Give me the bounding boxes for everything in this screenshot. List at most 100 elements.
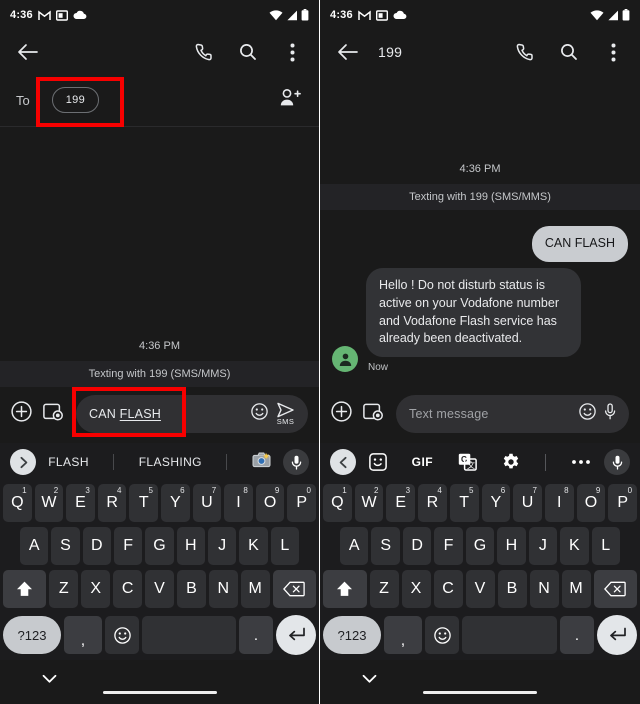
shift-icon[interactable]	[323, 570, 367, 608]
key-Q[interactable]: Q1	[322, 484, 352, 522]
home-indicator[interactable]	[423, 691, 537, 694]
key-T[interactable]: T5	[129, 484, 158, 522]
more-vert-icon[interactable]	[279, 39, 305, 65]
key-A[interactable]: A	[20, 527, 49, 565]
key-space[interactable]	[142, 616, 236, 654]
key-C[interactable]: C	[113, 570, 143, 608]
key-L[interactable]: L	[591, 527, 620, 565]
key-X[interactable]: X	[401, 570, 431, 608]
message-bubble-outgoing[interactable]: CAN FLASH	[531, 226, 628, 262]
recipient-chip-199[interactable]: 199	[51, 87, 99, 113]
add-circle-icon[interactable]	[11, 401, 32, 427]
chevron-down-icon[interactable]	[362, 671, 377, 689]
camera-emoji[interactable]	[252, 452, 271, 473]
chevron-left-icon[interactable]	[330, 449, 356, 475]
mic-icon[interactable]	[283, 449, 309, 475]
key-F[interactable]: F	[434, 527, 463, 565]
key-period[interactable]: .	[239, 616, 273, 654]
key-N[interactable]: N	[529, 570, 559, 608]
gallery-camera-icon[interactable]	[43, 402, 65, 427]
key-L[interactable]: L	[270, 527, 299, 565]
emoji-icon[interactable]	[251, 403, 268, 425]
key-S[interactable]: S	[371, 527, 400, 565]
key-P[interactable]: P0	[287, 484, 316, 522]
key-B[interactable]: B	[497, 570, 527, 608]
key-X[interactable]: X	[81, 570, 111, 608]
key-Y[interactable]: Y6	[161, 484, 190, 522]
sticker-icon[interactable]	[368, 453, 387, 471]
key-T[interactable]: T5	[449, 484, 479, 522]
key-D[interactable]: D	[402, 527, 432, 565]
key-emoji-icon[interactable]	[105, 616, 139, 654]
key-W[interactable]: W2	[34, 484, 64, 522]
key-J[interactable]: J	[528, 527, 558, 565]
key-O[interactable]: O9	[576, 484, 606, 522]
key-U[interactable]: U7	[513, 484, 542, 522]
enter-icon[interactable]	[597, 615, 637, 655]
key-U[interactable]: U7	[192, 484, 222, 522]
key-R[interactable]: R4	[418, 484, 447, 522]
key-period[interactable]: .	[560, 616, 594, 654]
add-circle-icon[interactable]	[331, 401, 352, 427]
suggestion-1[interactable]: FLASHING	[139, 455, 202, 469]
mic-icon[interactable]	[604, 403, 616, 425]
key-K[interactable]: K	[560, 527, 589, 565]
key-emoji-icon[interactable]	[425, 616, 459, 654]
message-bubble-incoming[interactable]: Hello ! Do not disturb status is active …	[366, 268, 581, 357]
chevron-down-icon[interactable]	[42, 671, 57, 689]
key-D[interactable]: D	[82, 527, 111, 565]
key-Q[interactable]: Q1	[3, 484, 32, 522]
key-E[interactable]: E3	[66, 484, 95, 522]
message-input-left[interactable]: CAN FLASH SMS	[76, 395, 308, 433]
key-G[interactable]: G	[465, 527, 495, 565]
key-comma[interactable]: ,	[384, 616, 422, 654]
key-I[interactable]: I8	[224, 484, 253, 522]
back-arrow-icon[interactable]	[334, 39, 360, 65]
search-icon[interactable]	[556, 39, 582, 65]
key-space[interactable]	[462, 616, 557, 654]
recipient-row[interactable]: To 199	[0, 74, 319, 126]
person-add-icon[interactable]	[279, 88, 303, 113]
key-symbols[interactable]: ?123	[323, 616, 381, 654]
key-E[interactable]: E3	[386, 484, 416, 522]
key-P[interactable]: P0	[608, 484, 638, 522]
key-K[interactable]: K	[239, 527, 268, 565]
gallery-camera-icon[interactable]	[363, 402, 385, 427]
chevron-right-icon[interactable]	[10, 449, 36, 475]
key-W[interactable]: W2	[354, 484, 384, 522]
search-icon[interactable]	[235, 39, 261, 65]
phone-icon[interactable]	[191, 39, 217, 65]
key-F[interactable]: F	[114, 527, 143, 565]
key-S[interactable]: S	[51, 527, 80, 565]
backspace-icon[interactable]	[593, 570, 637, 608]
more-horiz-icon[interactable]	[571, 459, 591, 465]
more-vert-icon[interactable]	[600, 39, 626, 65]
key-V[interactable]: V	[145, 570, 174, 608]
key-J[interactable]: J	[207, 527, 237, 565]
key-comma[interactable]: ,	[64, 616, 102, 654]
message-input-right[interactable]: Text message	[396, 395, 629, 433]
mic-icon[interactable]	[604, 449, 630, 475]
key-Z[interactable]: Z	[369, 570, 399, 608]
phone-icon[interactable]	[512, 39, 538, 65]
gear-icon[interactable]	[502, 453, 520, 471]
key-V[interactable]: V	[465, 570, 495, 608]
enter-icon[interactable]	[276, 615, 316, 655]
send-sms-button[interactable]: SMS	[276, 402, 295, 426]
shift-icon[interactable]	[2, 570, 47, 608]
key-M[interactable]: M	[240, 570, 270, 608]
back-arrow-icon[interactable]	[14, 39, 40, 65]
key-I[interactable]: I8	[544, 484, 574, 522]
key-R[interactable]: R4	[97, 484, 127, 522]
key-Z[interactable]: Z	[49, 570, 79, 608]
key-H[interactable]: H	[176, 527, 205, 565]
key-O[interactable]: O9	[255, 484, 285, 522]
key-B[interactable]: B	[176, 570, 206, 608]
backspace-icon[interactable]	[272, 570, 317, 608]
key-H[interactable]: H	[497, 527, 526, 565]
key-N[interactable]: N	[208, 570, 238, 608]
key-symbols[interactable]: ?123	[3, 616, 61, 654]
key-Y[interactable]: Y6	[481, 484, 511, 522]
translate-icon[interactable]: G文	[458, 453, 478, 471]
home-indicator[interactable]	[102, 691, 217, 694]
